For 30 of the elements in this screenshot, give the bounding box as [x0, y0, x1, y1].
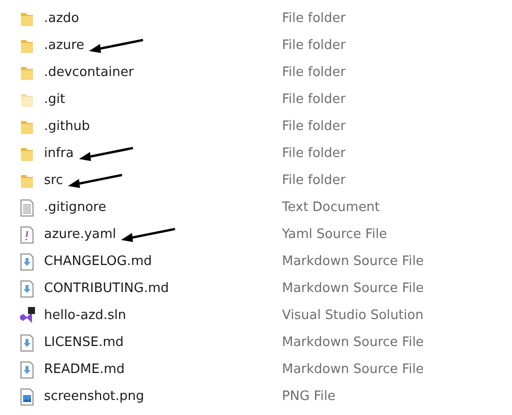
file-name[interactable]: .git [44, 90, 66, 110]
file-type: Markdown Source File [282, 280, 424, 298]
file-name[interactable]: .github [44, 116, 90, 136]
file-name[interactable]: azure.yaml [44, 224, 116, 244]
file-type: Text Document [282, 198, 380, 217]
file-name[interactable]: hello-azd.sln [44, 306, 126, 326]
file-type: Visual Studio Solution [282, 306, 424, 325]
file-name[interactable]: infra [44, 144, 74, 164]
file-name[interactable]: .gitignore [44, 198, 106, 218]
file-type: Markdown Source File [282, 252, 424, 271]
file-name[interactable]: LICENSE.md [44, 332, 124, 352]
file-name[interactable]: .azdo [44, 8, 80, 28]
file-name[interactable]: README.md [44, 360, 125, 380]
file-name[interactable]: src [44, 170, 63, 190]
file-type: File folder [282, 90, 346, 109]
file-type: File folder [282, 36, 346, 55]
file-type: File folder [282, 10, 346, 28]
file-name[interactable]: CHANGELOG.md [44, 252, 152, 272]
file-name[interactable]: screenshot.png [44, 386, 144, 406]
file-type: Markdown Source File [282, 360, 424, 379]
file-name[interactable]: .azure [44, 36, 84, 56]
file-type: Yaml Source File [282, 226, 388, 244]
file-name[interactable]: CONTRIBUTING.md [44, 278, 169, 298]
file-type: PNG File [282, 388, 336, 406]
file-type: Markdown Source File [282, 334, 424, 352]
file-type: File folder [282, 118, 346, 136]
file-name[interactable]: .devcontainer [44, 62, 134, 82]
file-type: File folder [282, 64, 346, 82]
file-type: File folder [282, 144, 346, 163]
file-type: File folder [282, 172, 346, 190]
